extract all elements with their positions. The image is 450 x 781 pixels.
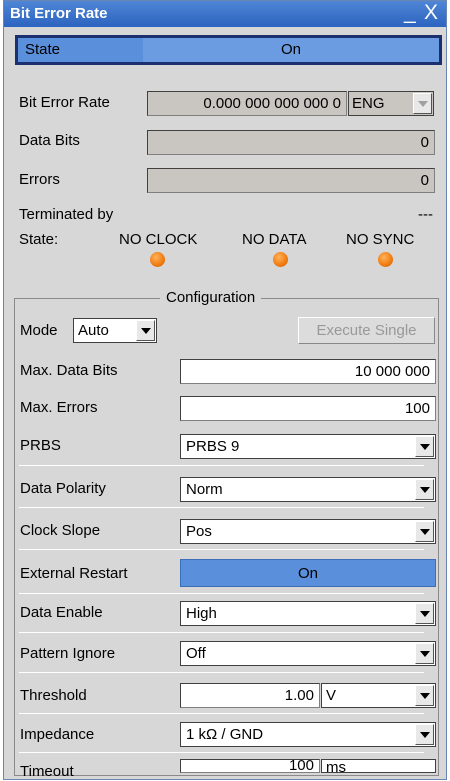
chevron-down-icon bbox=[415, 724, 434, 745]
data-bits-label: Data Bits bbox=[19, 132, 80, 149]
prbs-value: PRBS 9 bbox=[186, 438, 240, 455]
chevron-down-icon bbox=[415, 685, 434, 706]
execute-single-button[interactable]: Execute Single bbox=[298, 317, 435, 344]
divider bbox=[19, 713, 424, 714]
timeout-unit-value: ms bbox=[326, 759, 346, 776]
chevron-down-icon bbox=[415, 479, 434, 500]
max-errors-label: Max. Errors bbox=[20, 399, 98, 416]
status-label: State: bbox=[19, 231, 59, 248]
max-errors-input[interactable]: 100 bbox=[180, 396, 436, 421]
timeout-input[interactable]: 100 bbox=[180, 759, 320, 773]
impedance-label: Impedance bbox=[20, 726, 95, 743]
threshold-unit-value: V bbox=[326, 687, 337, 704]
errors-label: Errors bbox=[19, 171, 60, 188]
configuration-group: Configuration Mode Auto Execute Single M… bbox=[14, 289, 439, 780]
pattern-ignore-label: Pattern Ignore bbox=[20, 645, 116, 662]
max-data-bits-input[interactable]: 10 000 000 bbox=[180, 359, 436, 384]
no-clock-led-icon bbox=[150, 252, 165, 267]
bit-error-rate-window: Bit Error Rate _ X State On Bit Error Ra… bbox=[3, 0, 447, 780]
chevron-down-icon bbox=[413, 93, 432, 114]
pattern-ignore-value: Off bbox=[186, 645, 206, 662]
errors-value: 0 bbox=[147, 168, 435, 193]
data-polarity-select[interactable]: Norm bbox=[180, 477, 436, 502]
minimize-icon[interactable]: _ bbox=[404, 2, 416, 24]
data-polarity-label: Data Polarity bbox=[20, 480, 106, 497]
data-enable-value: High bbox=[186, 605, 217, 622]
threshold-label: Threshold bbox=[20, 687, 87, 704]
chevron-down-icon bbox=[415, 603, 434, 624]
clock-slope-label: Clock Slope bbox=[20, 522, 101, 539]
divider bbox=[19, 672, 424, 673]
window-title: Bit Error Rate bbox=[10, 5, 108, 22]
ber-unit-value: ENG bbox=[352, 95, 385, 112]
terminated-label: Terminated by bbox=[19, 206, 114, 223]
external-restart-label: External Restart bbox=[20, 565, 128, 582]
divider bbox=[19, 549, 424, 550]
prbs-label: PRBS bbox=[20, 437, 61, 454]
chevron-down-icon bbox=[415, 521, 434, 542]
divider bbox=[19, 507, 424, 508]
chevron-down-icon bbox=[415, 436, 434, 457]
clock-slope-value: Pos bbox=[186, 523, 212, 540]
data-bits-value: 0 bbox=[147, 130, 435, 155]
data-polarity-value: Norm bbox=[186, 481, 223, 498]
divider bbox=[19, 465, 424, 466]
no-sync-label: NO SYNC bbox=[346, 231, 415, 248]
close-icon[interactable]: X bbox=[424, 2, 438, 24]
clock-slope-select[interactable]: Pos bbox=[180, 519, 436, 544]
no-clock-label: NO CLOCK bbox=[119, 231, 198, 248]
no-data-led-icon bbox=[273, 252, 288, 267]
max-data-bits-label: Max. Data Bits bbox=[20, 362, 118, 379]
state-row: State On bbox=[15, 35, 442, 65]
timeout-label: Timeout bbox=[20, 763, 74, 780]
ber-unit-select: ENG bbox=[348, 91, 434, 116]
no-sync-led-icon bbox=[378, 252, 393, 267]
pattern-ignore-select[interactable]: Off bbox=[180, 641, 436, 666]
threshold-input[interactable]: 1.00 bbox=[180, 683, 320, 708]
chevron-down-icon bbox=[136, 320, 155, 341]
chevron-down-icon bbox=[415, 643, 434, 664]
threshold-unit-select[interactable]: V bbox=[321, 683, 436, 708]
ber-label: Bit Error Rate bbox=[19, 94, 110, 111]
impedance-value: 1 kΩ / GND bbox=[186, 726, 264, 743]
no-data-label: NO DATA bbox=[242, 231, 307, 248]
title-bar: Bit Error Rate _ X bbox=[4, 1, 446, 27]
terminated-value: --- bbox=[418, 206, 433, 223]
configuration-title: Configuration bbox=[160, 289, 262, 306]
data-enable-select[interactable]: High bbox=[180, 601, 436, 626]
state-label: State bbox=[25, 41, 61, 58]
divider bbox=[19, 752, 424, 753]
prbs-select[interactable]: PRBS 9 bbox=[180, 434, 436, 459]
mode-label: Mode bbox=[20, 322, 58, 339]
data-enable-label: Data Enable bbox=[20, 604, 103, 621]
divider bbox=[19, 593, 424, 594]
mode-select[interactable]: Auto bbox=[73, 318, 157, 343]
ber-value: 0.000 000 000 000 0 bbox=[147, 91, 347, 116]
divider bbox=[19, 632, 424, 633]
mode-value: Auto bbox=[78, 322, 109, 339]
timeout-unit-select[interactable]: ms bbox=[321, 759, 436, 776]
state-toggle[interactable]: On bbox=[143, 38, 439, 62]
impedance-select[interactable]: 1 kΩ / GND bbox=[180, 722, 436, 747]
external-restart-toggle[interactable]: On bbox=[180, 559, 436, 587]
